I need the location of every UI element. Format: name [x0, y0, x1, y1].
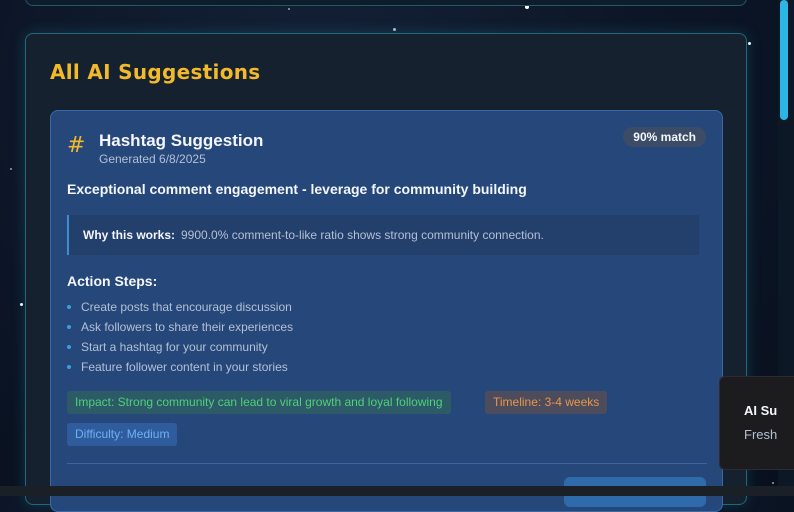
suggestion-title: Hashtag Suggestion — [99, 131, 264, 150]
action-step: Create posts that encourage discussion — [67, 299, 293, 319]
star — [288, 8, 290, 10]
impact-tag: Impact: Strong community can lead to vir… — [67, 391, 451, 414]
why-text: 9900.0% comment-to-like ratio shows stro… — [181, 228, 544, 242]
suggestion-headline: Exceptional comment engagement - leverag… — [67, 181, 527, 197]
star — [20, 303, 23, 306]
star — [772, 482, 774, 484]
hash-icon: # — [67, 133, 86, 158]
bullet-icon — [67, 305, 71, 309]
action-step-text: Start a hashtag for your community — [81, 340, 268, 354]
timeline-tag: Timeline: 3-4 weeks — [485, 391, 608, 414]
action-step-text: Ask followers to share their experiences — [81, 320, 294, 334]
card-divider — [67, 463, 707, 464]
star — [10, 168, 12, 170]
action-step: Feature follower content in your stories — [67, 359, 293, 379]
bullet-icon — [67, 365, 71, 369]
toast-notification[interactable]: AI Su Fresh — [719, 376, 794, 470]
action-step-text: Create posts that encourage discussion — [81, 300, 292, 314]
difficulty-tag: Difficulty: Medium — [67, 423, 178, 446]
bottom-bar — [0, 486, 794, 496]
suggestion-card: # Hashtag Suggestion Generated 6/8/2025 … — [50, 110, 723, 512]
match-badge: 90% match — [623, 127, 706, 147]
action-steps-list: Create posts that encourage discussion A… — [67, 299, 293, 379]
all-suggestions-section: All AI Suggestions # Hashtag Suggestion … — [25, 33, 747, 512]
action-step-text: Feature follower content in your stories — [81, 360, 288, 374]
toast-title: AI Su — [744, 403, 778, 418]
star — [393, 28, 396, 31]
bullet-icon — [67, 345, 71, 349]
toast-subtitle: Fresh — [744, 427, 778, 442]
scrollbar-thumb[interactable] — [780, 0, 788, 120]
why-label: Why this works: — [83, 228, 176, 242]
generated-date: Generated 6/8/2025 — [99, 152, 206, 166]
star — [748, 42, 751, 45]
action-step: Ask followers to share their experiences — [67, 319, 293, 339]
why-box: Why this works: 9900.0% comment-to-like … — [67, 215, 699, 255]
bullet-icon — [67, 325, 71, 329]
previous-panel — [25, 0, 747, 6]
action-steps-title: Action Steps: — [67, 273, 158, 289]
section-title: All AI Suggestions — [50, 60, 261, 84]
action-step: Start a hashtag for your community — [67, 339, 293, 359]
